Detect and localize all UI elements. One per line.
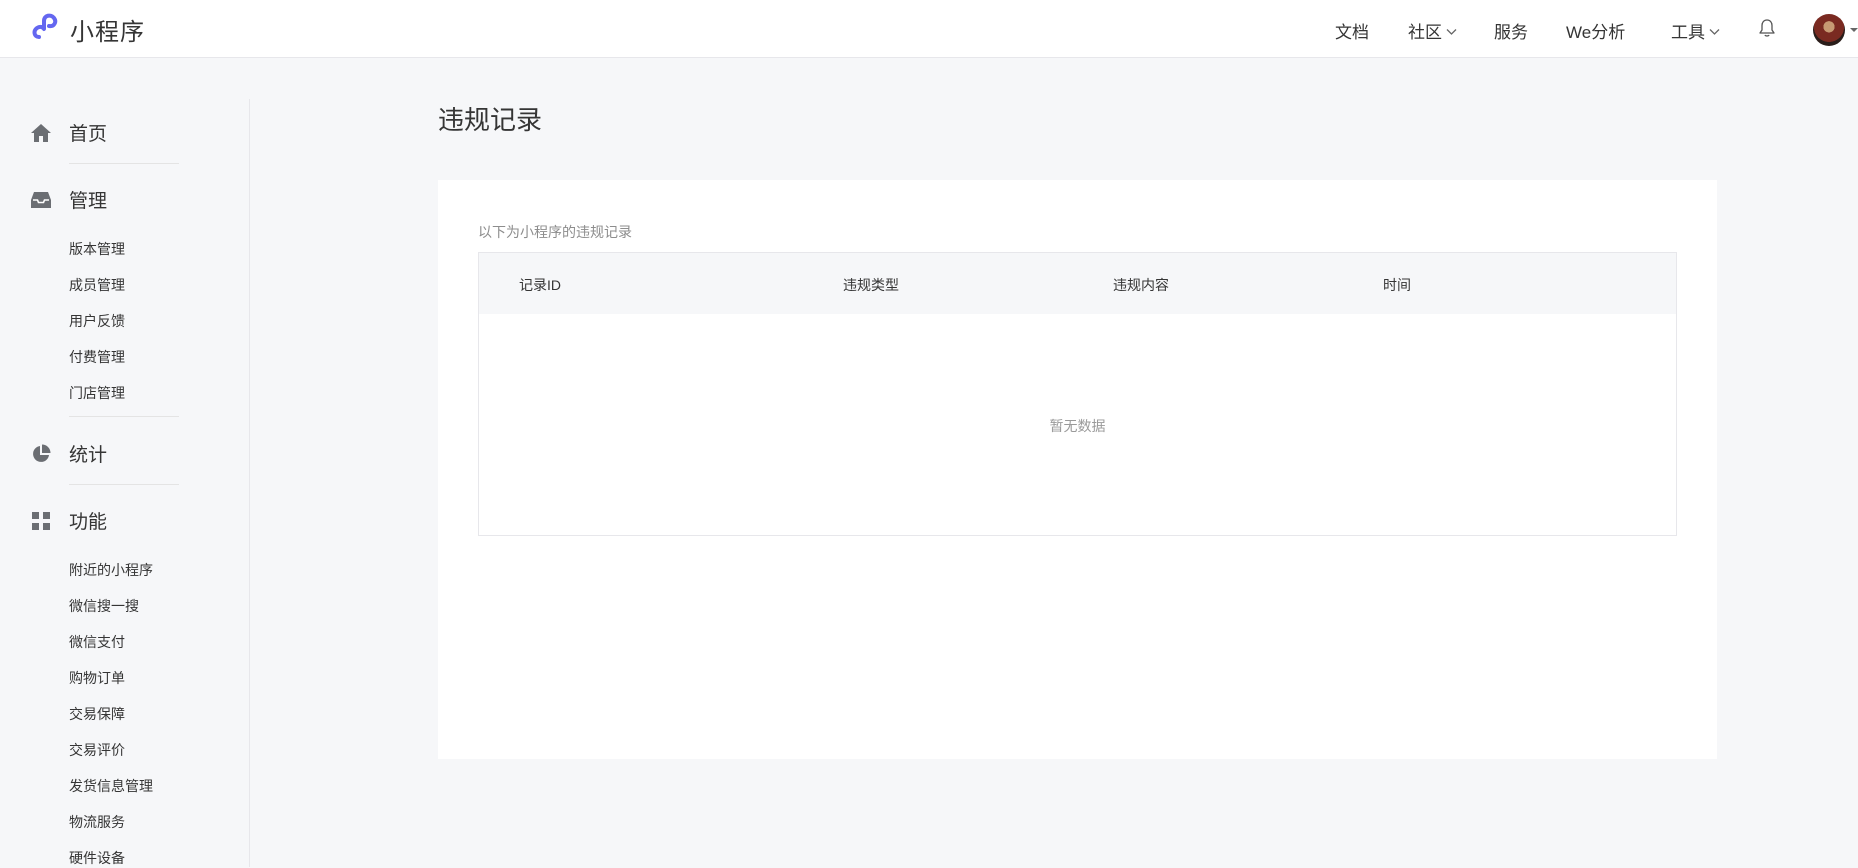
column-header-record-id: 记录ID [519, 277, 561, 293]
chevron-down-icon [1446, 21, 1457, 41]
sidebar-item-stats[interactable]: 统计 [30, 440, 107, 467]
nav-community-label: 社区 [1408, 23, 1442, 42]
column-header-violation-content: 违规内容 [1113, 277, 1169, 293]
nav-tools[interactable]: 工具 [1671, 18, 1720, 43]
sidebar-subitem-stores[interactable]: 门店管理 [69, 383, 125, 403]
sidebar-item-label: 首页 [69, 124, 108, 145]
sidebar-divider [69, 416, 179, 417]
grid-icon [30, 510, 52, 532]
chevron-down-icon [1709, 21, 1720, 41]
sidebar-subitem-orders[interactable]: 购物订单 [69, 668, 125, 688]
top-header: 小程序 文档 社区 服务 We分析 工具 [0, 0, 1858, 58]
nav-analytics[interactable]: We分析 [1566, 18, 1625, 43]
sidebar-divider [69, 163, 179, 164]
sidebar-item-features[interactable]: 功能 [30, 507, 107, 534]
brand[interactable]: 小程序 [30, 12, 145, 46]
sidebar-item-label: 统计 [69, 445, 108, 466]
column-header-violation-type: 违规类型 [843, 277, 899, 293]
sidebar-divider [69, 484, 179, 485]
nav-services[interactable]: 服务 [1494, 18, 1528, 43]
nav-services-label: 服务 [1494, 23, 1528, 42]
empty-state-text: 暂无数据 [1049, 418, 1106, 434]
notification-button[interactable] [1758, 18, 1776, 43]
pie-chart-icon [30, 443, 52, 465]
sidebar: 首页 管理 版本管理 成员管理 用户反馈 付费管理 门店管理 统计 功能 附近的… [0, 99, 250, 867]
sidebar-item-manage[interactable]: 管理 [30, 186, 107, 213]
nav-docs[interactable]: 文档 [1335, 18, 1369, 43]
nav-analytics-label: We分析 [1566, 23, 1626, 42]
home-icon [30, 122, 52, 144]
sidebar-subitem-logistics[interactable]: 物流服务 [69, 812, 125, 832]
nav-tools-label: 工具 [1671, 23, 1705, 42]
app-name: 小程序 [70, 18, 145, 46]
sidebar-subitem-wechat-pay[interactable]: 微信支付 [69, 632, 125, 652]
table-header: 记录ID 违规类型 违规内容 时间 [479, 253, 1676, 314]
sidebar-subitem-shipping[interactable]: 发货信息管理 [69, 776, 153, 796]
sidebar-subitem-nearby[interactable]: 附近的小程序 [69, 560, 153, 580]
column-header-time: 时间 [1383, 277, 1411, 293]
nav-community[interactable]: 社区 [1408, 18, 1457, 43]
panel-description: 以下为小程序的违规记录 [478, 224, 632, 240]
sidebar-subitem-members[interactable]: 成员管理 [69, 275, 125, 295]
records-table: 记录ID 违规类型 违规内容 时间 暂无数据 [478, 252, 1677, 536]
sidebar-subitem-reviews[interactable]: 交易评价 [69, 740, 125, 760]
bell-icon [1758, 18, 1776, 43]
avatar[interactable] [1813, 14, 1845, 46]
nav-docs-label: 文档 [1335, 23, 1369, 42]
sidebar-subitem-version[interactable]: 版本管理 [69, 239, 125, 259]
sidebar-item-label: 功能 [69, 512, 108, 533]
miniprogram-logo-icon [30, 10, 64, 49]
page-title: 违规记录 [438, 105, 543, 135]
sidebar-item-home[interactable]: 首页 [30, 119, 107, 146]
inbox-icon [30, 189, 52, 211]
sidebar-subitem-payment[interactable]: 付费管理 [69, 347, 125, 367]
sidebar-subitem-guarantee[interactable]: 交易保障 [69, 704, 125, 724]
sidebar-subitem-hardware[interactable]: 硬件设备 [69, 848, 125, 868]
avatar-dropdown-icon[interactable] [1850, 28, 1858, 32]
sidebar-subitem-search[interactable]: 微信搜一搜 [69, 596, 139, 616]
sidebar-item-label: 管理 [69, 191, 108, 212]
records-panel: 以下为小程序的违规记录 记录ID 违规类型 违规内容 时间 暂无数据 [438, 180, 1717, 759]
sidebar-subitem-feedback[interactable]: 用户反馈 [69, 311, 125, 331]
